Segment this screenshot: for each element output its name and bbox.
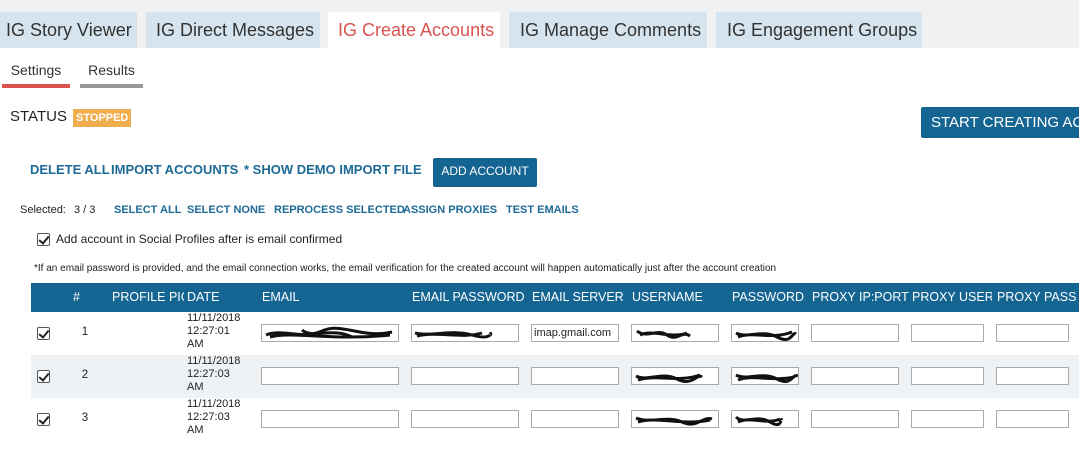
username-field[interactable] <box>631 367 719 385</box>
email-password-field[interactable] <box>411 410 519 428</box>
email-server-field[interactable]: imap.gmail.com <box>531 324 619 342</box>
tab-ig-direct-messages[interactable]: IG Direct Messages <box>146 12 320 48</box>
redaction-scribble <box>265 326 393 339</box>
col-header-proxy-ip-port: PROXY IP:PORT <box>812 290 909 304</box>
email-server-field[interactable] <box>531 410 619 428</box>
proxy-username-field[interactable] <box>911 367 984 385</box>
email-verification-note: *If an email password is provided, and t… <box>34 263 777 274</box>
proxy-ip-port-field[interactable] <box>811 410 899 428</box>
row-number: 2 <box>81 369 89 381</box>
col-header-email: EMAIL <box>262 290 300 304</box>
reprocess-selected-link[interactable]: REPROCESS SELECTED <box>274 204 405 216</box>
confirm-profile-label: Add account in Social Profiles after is … <box>56 232 343 246</box>
email-password-field[interactable] <box>411 324 519 342</box>
proxy-username-field[interactable] <box>911 324 984 342</box>
proxy-ip-port-field[interactable] <box>811 324 899 342</box>
row-number: 1 <box>81 326 89 338</box>
col-header-email-server: EMAIL SERVER <box>532 290 624 304</box>
select-none-link[interactable]: SELECT NONE <box>187 204 265 216</box>
row-number: 3 <box>81 412 89 424</box>
email-field[interactable] <box>261 324 399 342</box>
top-tab-bar: IG Story Viewer IG Direct Messages IG Cr… <box>0 0 1079 48</box>
row-date-time: 12:27:03 <box>187 368 230 380</box>
table-row: 3 11/11/2018 12:27:03 AM <box>31 398 1079 441</box>
proxy-pass-field[interactable] <box>996 324 1069 342</box>
redaction-scribble <box>414 331 493 339</box>
row-select-checkbox[interactable] <box>37 370 50 383</box>
status-badge: STOPPED <box>73 109 132 127</box>
col-header-password: PASSWORD <box>732 290 804 304</box>
row-date-ampm: AM <box>187 381 204 393</box>
select-all-link[interactable]: SELECT ALL <box>114 204 181 216</box>
redaction-scribble <box>636 329 691 339</box>
table-row: 2 11/11/2018 12:27:03 AM <box>31 355 1079 398</box>
proxy-pass-field[interactable] <box>996 367 1069 385</box>
row-select-checkbox[interactable] <box>37 413 50 426</box>
password-field[interactable] <box>731 410 799 428</box>
email-field[interactable] <box>261 367 399 385</box>
redaction-scribble <box>635 373 703 383</box>
status-label: STATUS <box>10 108 67 125</box>
username-field[interactable] <box>631 410 719 428</box>
col-header-proxy-pass: PROXY PASS <box>997 290 1077 304</box>
start-creating-accounts-button[interactable]: START CREATING ACCOUNTS <box>921 107 1079 138</box>
row-date-time: 12:27:03 <box>187 411 230 423</box>
subtab-results[interactable]: Results <box>80 62 143 88</box>
row-date-time: 12:27:01 <box>187 325 230 337</box>
redaction-scribble <box>735 330 797 341</box>
col-header-date: DATE <box>187 290 220 304</box>
test-emails-link[interactable]: TEST EMAILS <box>506 204 579 216</box>
subtab-settings[interactable]: Settings <box>2 62 70 88</box>
col-header-profile-pic: PROFILE PIC <box>112 290 184 304</box>
proxy-username-field[interactable] <box>911 410 984 428</box>
email-password-field[interactable] <box>411 367 519 385</box>
col-header-number: # <box>73 290 80 304</box>
row-date: 11/11/2018 12:27:03 AM <box>187 355 257 394</box>
row-date-day: 11/11/2018 <box>187 355 241 367</box>
assign-proxies-link[interactable]: ASSIGN PROXIES <box>403 204 497 216</box>
redaction-scribble <box>734 415 784 427</box>
add-account-button[interactable]: ADD ACCOUNT <box>433 158 537 187</box>
show-demo-import-link[interactable]: * SHOW DEMO IMPORT FILE <box>244 162 422 177</box>
password-field[interactable] <box>731 324 799 342</box>
proxy-ip-port-field[interactable] <box>811 367 899 385</box>
redaction-scribble <box>635 416 713 426</box>
username-field[interactable] <box>631 324 719 342</box>
row-date-day: 11/11/2018 <box>187 398 241 410</box>
row-select-checkbox[interactable] <box>37 327 50 340</box>
confirm-profile-checkbox[interactable] <box>37 233 50 246</box>
email-field[interactable] <box>261 410 399 428</box>
row-date-day: 11/11/2018 <box>187 312 241 324</box>
col-header-proxy-username: PROXY USERNAME <box>912 290 992 304</box>
row-date-ampm: AM <box>187 338 204 350</box>
selected-count: 3 / 3 <box>74 204 96 216</box>
row-date: 11/11/2018 12:27:03 AM <box>187 398 257 437</box>
email-server-field[interactable] <box>531 367 619 385</box>
selected-label: Selected: <box>20 204 66 216</box>
tab-ig-engagement-groups[interactable]: IG Engagement Groups <box>716 12 922 48</box>
tab-ig-story-viewer[interactable]: IG Story Viewer <box>0 12 137 48</box>
proxy-pass-field[interactable] <box>996 410 1069 428</box>
row-date-ampm: AM <box>187 424 204 436</box>
accounts-table-header: # PROFILE PIC DATE EMAIL EMAIL PASSWORD … <box>31 283 1079 312</box>
import-accounts-link[interactable]: IMPORT ACCOUNTS <box>111 162 238 177</box>
password-field[interactable] <box>731 367 799 385</box>
row-date: 11/11/2018 12:27:01 AM <box>187 312 257 351</box>
delete-all-link[interactable]: DELETE ALL <box>30 162 110 177</box>
tab-ig-create-accounts[interactable]: IG Create Accounts <box>328 12 500 48</box>
col-header-username: USERNAME <box>632 290 703 304</box>
redaction-scribble <box>735 373 798 383</box>
col-header-email-password: EMAIL PASSWORD <box>412 290 525 304</box>
tab-ig-manage-comments[interactable]: IG Manage Comments <box>509 12 707 48</box>
table-row: 1 11/11/2018 12:27:01 AM imap.gmail.com <box>31 312 1079 355</box>
